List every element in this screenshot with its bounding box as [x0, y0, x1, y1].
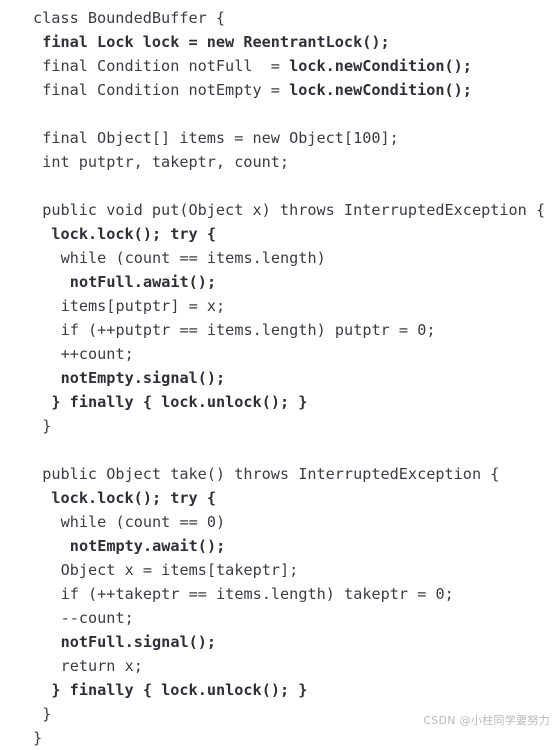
code-line: final Condition notEmpty = lock.newCondi… — [0, 78, 560, 102]
code-figure: class BoundedBuffer { final Lock lock = n… — [0, 0, 560, 747]
code-token: --count; — [60, 609, 134, 627]
code-token-emphasis: } finally { lock.unlock(); } — [51, 393, 308, 411]
code-token-emphasis: final Lock lock = new ReentrantLock(); — [42, 33, 390, 51]
code-line: } finally { lock.unlock(); } — [0, 390, 560, 414]
code-token: while (count == items.length) — [60, 249, 326, 267]
code-line: class BoundedBuffer { — [0, 6, 560, 30]
code-line: final Object[] items = new Object[100]; — [0, 126, 560, 150]
code-line: Object x = items[takeptr]; — [0, 558, 560, 582]
code-token-emphasis: notFull.await(); — [69, 273, 217, 291]
code-token: public void put(Object x) throws Interru… — [42, 201, 546, 219]
code-token: final Condition notFull = — [42, 57, 290, 75]
code-line: items[putptr] = x; — [0, 294, 560, 318]
code-token: final Object[] items = new Object[100]; — [42, 129, 399, 147]
code-token-emphasis: notEmpty.signal(); — [60, 369, 226, 387]
code-line: } — [0, 414, 560, 438]
code-line: while (count == items.length) — [0, 246, 560, 270]
code-token: public Object take() throws InterruptedE… — [42, 465, 500, 483]
code-line: notEmpty.await(); — [0, 534, 560, 558]
code-line: final Lock lock = new ReentrantLock(); — [0, 30, 560, 54]
code-line: if (++takeptr == items.length) takeptr =… — [0, 582, 560, 606]
code-token-emphasis: lock.lock(); try { — [51, 489, 216, 507]
code-line: --count; — [0, 606, 560, 630]
code-line: lock.lock(); try { — [0, 222, 560, 246]
code-token: } — [42, 705, 52, 723]
code-line: while (count == 0) — [0, 510, 560, 534]
csdn-watermark: CSDN @小柱同学要努力 — [423, 714, 550, 727]
code-line: public void put(Object x) throws Interru… — [0, 198, 560, 222]
code-line: lock.lock(); try { — [0, 486, 560, 510]
code-listing: class BoundedBuffer { final Lock lock = n… — [0, 0, 560, 750]
code-line: } — [0, 726, 560, 750]
code-token: Object x = items[takeptr]; — [60, 561, 299, 579]
code-line: notFull.await(); — [0, 270, 560, 294]
code-token: return x; — [60, 657, 143, 675]
code-token: final Condition notEmpty = — [42, 81, 290, 99]
code-token: ++count; — [60, 345, 134, 363]
code-line: } finally { lock.unlock(); } — [0, 678, 560, 702]
code-token-emphasis: notFull.signal(); — [60, 633, 217, 651]
code-token-emphasis: lock.newCondition(); — [289, 57, 472, 75]
code-token-emphasis: notEmpty.await(); — [69, 537, 226, 555]
code-token: } — [33, 729, 43, 747]
code-token: } — [42, 417, 52, 435]
code-line: notFull.signal(); — [0, 630, 560, 654]
code-token: if (++takeptr == items.length) takeptr =… — [60, 585, 454, 603]
code-token-emphasis: } finally { lock.unlock(); } — [51, 681, 308, 699]
code-token-emphasis: lock.newCondition(); — [289, 81, 472, 99]
code-token-emphasis: lock.lock(); try { — [51, 225, 216, 243]
code-token: if (++putptr == items.length) putptr = 0… — [60, 321, 436, 339]
code-line: final Condition notFull = lock.newCondit… — [0, 54, 560, 78]
code-token: int putptr, takeptr, count; — [42, 153, 290, 171]
code-line: ++count; — [0, 342, 560, 366]
code-token: items[putptr] = x; — [60, 297, 226, 315]
code-token: class BoundedBuffer { — [33, 9, 226, 27]
code-token: while (count == 0) — [60, 513, 226, 531]
code-line: public Object take() throws InterruptedE… — [0, 462, 560, 486]
code-line: notEmpty.signal(); — [0, 366, 560, 390]
code-line: int putptr, takeptr, count; — [0, 150, 560, 174]
code-line: return x; — [0, 654, 560, 678]
code-line: if (++putptr == items.length) putptr = 0… — [0, 318, 560, 342]
